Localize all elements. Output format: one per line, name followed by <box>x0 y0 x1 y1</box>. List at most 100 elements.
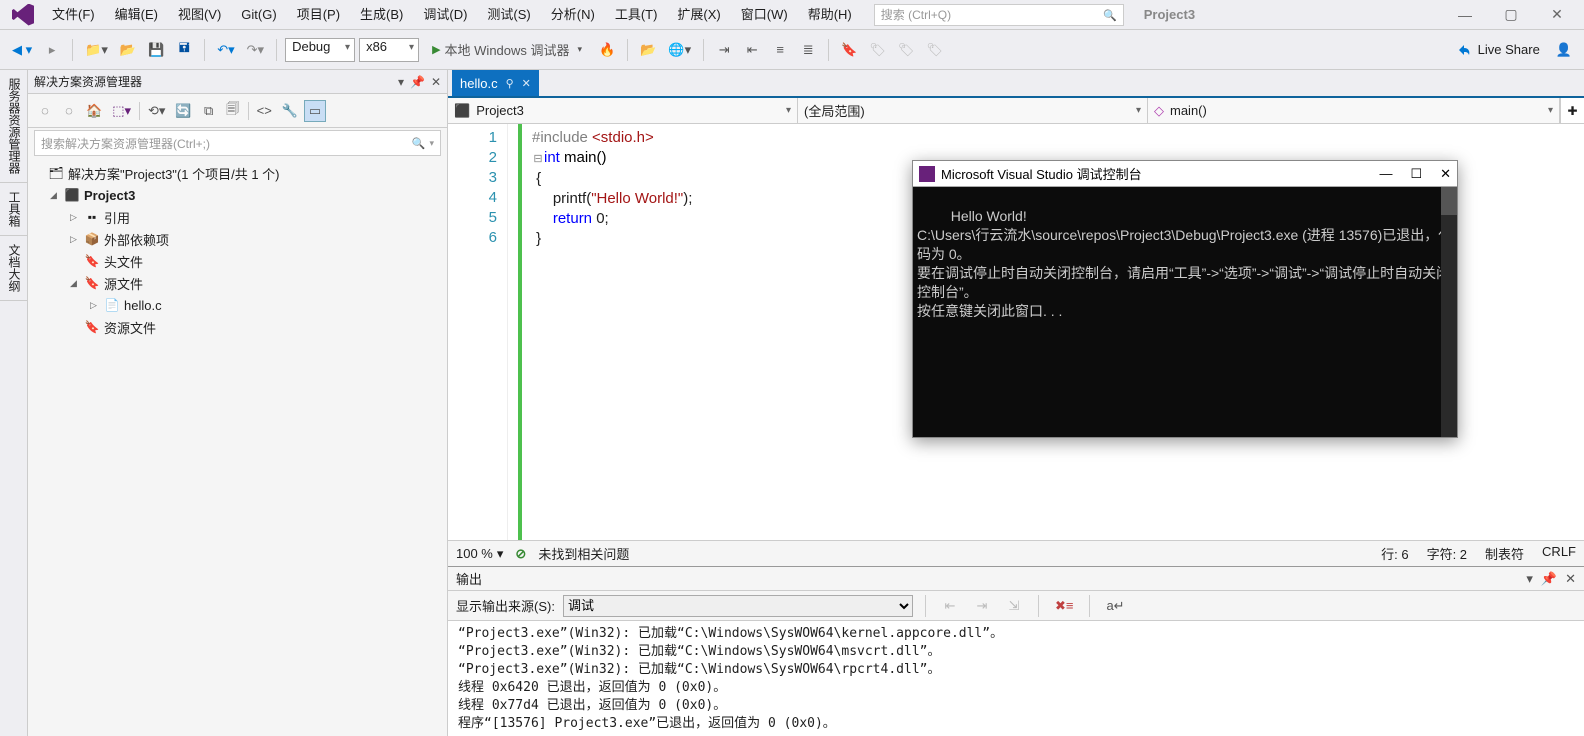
rail-toolbox[interactable]: 工具箱 <box>0 183 27 236</box>
headers-node[interactable]: 🔖头文件 <box>30 250 445 272</box>
outdent-icon[interactable]: ⇤ <box>740 38 764 62</box>
browser-icon[interactable]: 🌐▾ <box>664 38 695 62</box>
sol-home-icon[interactable]: 🏠 <box>82 100 106 122</box>
menu-工具T[interactable]: 工具(T) <box>605 0 668 30</box>
start-debug-button[interactable]: ▶本地 Windows 调试器▾ <box>423 38 591 62</box>
nav-scope[interactable]: (全局范围) <box>798 98 1148 123</box>
external-deps-node[interactable]: ▷📦外部依赖项 <box>30 228 445 250</box>
quick-search[interactable]: 搜索 (Ctrl+Q) <box>874 4 1124 26</box>
uncomment-icon[interactable]: ≣ <box>796 38 820 62</box>
code-text[interactable]: #include <stdio.h> ⊟int main() { printf(… <box>522 124 696 540</box>
rail-doc-outline[interactable]: 文档大纲 <box>0 236 27 301</box>
out-next-icon[interactable]: ⇥ <box>970 594 994 618</box>
sol-refresh-icon[interactable]: 🔄 <box>171 100 195 122</box>
menu-生成B[interactable]: 生成(B) <box>350 0 413 30</box>
menu-窗口W[interactable]: 窗口(W) <box>731 0 798 30</box>
sol-collapse-icon[interactable]: ⧉ <box>198 100 220 122</box>
zoom-level[interactable]: 100 % ▾ <box>456 546 503 562</box>
sol-back-icon[interactable]: ◌ <box>34 100 56 122</box>
console-icon <box>919 166 935 182</box>
console-close-button[interactable]: ✕ <box>1440 166 1451 182</box>
sol-sync-icon[interactable]: ⟲▾ <box>144 100 169 122</box>
solution-explorer-header: 解决方案资源管理器 ▾ 📌 ✕ <box>28 70 447 94</box>
save-all-button[interactable]: 🖬 <box>172 38 196 62</box>
sol-code-icon[interactable]: <> <box>253 100 276 122</box>
account-icon[interactable]: 👤 <box>1552 38 1576 62</box>
sol-fwd-icon[interactable]: ◌ <box>58 100 80 122</box>
rail-server-explorer[interactable]: 服务器资源管理器 <box>0 70 27 183</box>
pane-close-icon[interactable]: ✕ <box>1565 571 1576 587</box>
console-max-button[interactable]: ☐ <box>1410 166 1422 182</box>
menu-测试S[interactable]: 测试(S) <box>477 0 540 30</box>
close-button[interactable]: ✕ <box>1534 0 1580 30</box>
pane-pin-icon[interactable]: 📌 <box>410 75 425 89</box>
console-min-button[interactable]: — <box>1379 166 1392 182</box>
solution-root[interactable]: 🗂解决方案"Project3"(1 个项目/共 1 个) <box>30 162 445 184</box>
console-titlebar[interactable]: Microsoft Visual Studio 调试控制台 — ☐ ✕ <box>913 161 1457 187</box>
references-node[interactable]: ▷▪▪引用 <box>30 206 445 228</box>
window-title: Project3 <box>1144 7 1195 22</box>
hot-reload-icon[interactable]: 🔥 <box>595 38 619 62</box>
platform-select[interactable]: x86 <box>359 38 419 62</box>
pane-dropdown-icon[interactable]: ▾ <box>398 75 404 89</box>
sol-showall-icon[interactable]: 🗐 <box>222 100 244 122</box>
tab-close-icon[interactable]: ✕ <box>522 77 531 90</box>
solution-search[interactable]: 搜索解决方案资源管理器(Ctrl+;) ▾ <box>34 130 441 156</box>
menu-分析N[interactable]: 分析(N) <box>541 0 605 30</box>
pane-dropdown-icon[interactable]: ▾ <box>1526 571 1533 587</box>
out-clear-icon[interactable]: ⇲ <box>1002 594 1026 618</box>
output-title: 输出 <box>456 569 482 588</box>
sol-preview-icon[interactable]: ▭ <box>304 100 326 122</box>
bookmark-icon[interactable]: 🔖 <box>837 38 861 62</box>
menu-帮助H[interactable]: 帮助(H) <box>798 0 862 30</box>
sol-properties-icon[interactable]: 🔧 <box>278 100 302 122</box>
comment-icon[interactable]: ≡ <box>768 38 792 62</box>
redo-button[interactable]: ↷▾ <box>243 38 268 62</box>
tab-hello-c[interactable]: hello.c ⚲ ✕ <box>452 70 539 96</box>
open-button[interactable]: 📂 <box>116 38 140 62</box>
live-share-button[interactable]: Live Share <box>1448 42 1548 58</box>
word-wrap-icon[interactable]: a↵ <box>1102 594 1128 618</box>
nav-function[interactable]: ◇main() <box>1148 98 1560 123</box>
maximize-button[interactable]: ▢ <box>1488 0 1534 30</box>
console-body[interactable]: Hello World! C:\Users\行云流水\source\repos\… <box>913 187 1457 437</box>
issues-text: 未找到相关问题 <box>538 544 629 563</box>
project-node[interactable]: ◢⬛Project3 <box>30 184 445 206</box>
sol-switch-icon[interactable]: ⬚▾ <box>108 100 135 122</box>
step-icon[interactable]: ⇥ <box>712 38 736 62</box>
menu-文件F[interactable]: 文件(F) <box>42 0 105 30</box>
menu-扩展X[interactable]: 扩展(X) <box>667 0 730 30</box>
open-folder-icon[interactable]: 📂 <box>636 38 660 62</box>
undo-button[interactable]: ↶▾ <box>213 38 238 62</box>
clear-all-icon[interactable]: ✖≡ <box>1051 594 1077 618</box>
solution-tree: 🗂解决方案"Project3"(1 个项目/共 1 个) ◢⬛Project3 … <box>28 158 447 342</box>
sources-node[interactable]: ◢🔖源文件 <box>30 272 445 294</box>
nav-fwd-button[interactable]: ▸ <box>40 38 64 62</box>
pane-close-icon[interactable]: ✕ <box>431 75 441 89</box>
file-hello-c[interactable]: ▷📄hello.c <box>30 294 445 316</box>
bk1-icon[interactable]: 🏷 <box>865 38 890 62</box>
console-title: Microsoft Visual Studio 调试控制台 <box>941 164 1142 183</box>
bk3-icon[interactable]: 🏷 <box>922 38 947 62</box>
output-text[interactable]: “Project3.exe”(Win32): 已加载“C:\Windows\Sy… <box>448 621 1584 736</box>
nav-split-icon[interactable]: ✚ <box>1560 98 1584 123</box>
menu-bar: 文件(F)编辑(E)视图(V)Git(G)项目(P)生成(B)调试(D)测试(S… <box>0 0 1584 30</box>
menu-GitG[interactable]: Git(G) <box>231 0 286 30</box>
pane-pin-icon[interactable]: 📌 <box>1541 571 1557 587</box>
nav-project[interactable]: ⬛Project3 <box>448 98 798 123</box>
save-button[interactable]: 💾 <box>144 38 168 62</box>
output-source-select[interactable]: 调试 <box>563 595 913 617</box>
minimize-button[interactable]: — <box>1442 0 1488 30</box>
config-select[interactable]: Debug <box>285 38 355 62</box>
new-project-button[interactable]: 📁▾ <box>81 38 112 62</box>
menu-项目P[interactable]: 项目(P) <box>287 0 350 30</box>
console-scrollbar[interactable] <box>1441 187 1457 437</box>
nav-back-button[interactable]: ◀ ▾ <box>8 38 36 62</box>
out-prev-icon[interactable]: ⇤ <box>938 594 962 618</box>
resources-node[interactable]: 🔖资源文件 <box>30 316 445 338</box>
menu-编辑E[interactable]: 编辑(E) <box>105 0 168 30</box>
menu-视图V[interactable]: 视图(V) <box>168 0 231 30</box>
menu-调试D[interactable]: 调试(D) <box>413 0 477 30</box>
pin-icon[interactable]: ⚲ <box>506 77 514 90</box>
bk2-icon[interactable]: 🏷 <box>894 38 919 62</box>
